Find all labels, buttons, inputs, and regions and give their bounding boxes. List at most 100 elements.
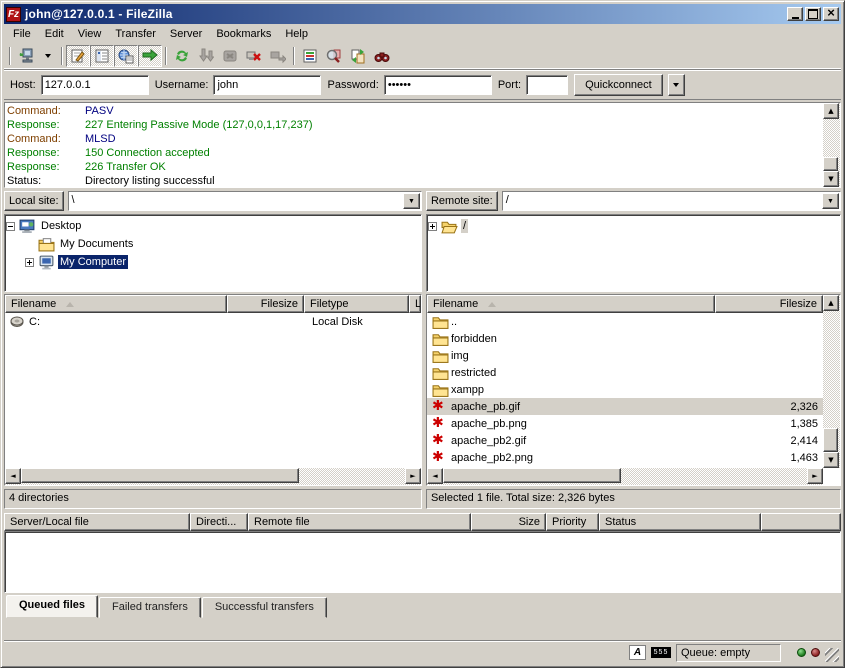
column-header-remote-file[interactable]: Remote file <box>248 513 471 531</box>
tree-item-label[interactable]: Desktop <box>39 219 83 233</box>
menu-file[interactable]: File <box>6 26 38 42</box>
file-row-c-drive[interactable]: C: Local Disk <box>5 313 421 330</box>
tree-item-desktop[interactable]: Desktop <box>6 217 420 235</box>
column-header-priority[interactable]: Priority <box>546 513 599 531</box>
collapse-icon[interactable] <box>6 222 15 231</box>
scroll-right-icon[interactable]: ► <box>405 468 421 484</box>
remote-horizontal-scrollbar[interactable]: ◄ ► <box>427 468 823 485</box>
column-header-size[interactable]: Size <box>471 513 546 531</box>
disconnect-button[interactable] <box>242 45 266 67</box>
local-site-value[interactable]: \ <box>69 192 402 210</box>
file-row[interactable]: xampp <box>427 381 823 398</box>
tab-successful-transfers[interactable]: Successful transfers <box>202 597 327 618</box>
minimize-button[interactable] <box>787 7 803 21</box>
local-site-combo[interactable]: \ ▼ <box>68 191 422 211</box>
scroll-right-icon[interactable]: ► <box>807 468 823 484</box>
scroll-up-icon[interactable]: ▲ <box>823 295 839 311</box>
quickconnect-dropdown[interactable] <box>668 74 685 96</box>
toggle-message-log-button[interactable] <box>66 45 90 67</box>
quickconnect-button[interactable]: Quickconnect <box>574 74 663 96</box>
maximize-button[interactable] <box>805 7 821 21</box>
column-header-status[interactable]: Status <box>599 513 761 531</box>
tree-item-my-computer[interactable]: My Computer <box>6 253 420 271</box>
tree-item-label[interactable]: My Documents <box>58 237 135 251</box>
resize-grip[interactable] <box>825 648 839 662</box>
column-header-filesize[interactable]: Filesize <box>227 295 304 313</box>
toolbar-separator <box>293 47 295 65</box>
username-input[interactable] <box>213 75 321 95</box>
tab-failed-transfers[interactable]: Failed transfers <box>99 597 201 618</box>
toggle-remote-tree-button[interactable] <box>114 45 138 67</box>
tab-queued-files[interactable]: Queued files <box>6 595 98 618</box>
menu-edit[interactable]: Edit <box>38 26 71 42</box>
host-input[interactable] <box>41 75 149 95</box>
file-row[interactable]: apache_pb2.png 1,463 <box>427 449 823 466</box>
column-header-filename[interactable]: Filename <box>427 295 715 313</box>
menu-server[interactable]: Server <box>163 26 209 42</box>
column-header-server-local-file[interactable]: Server/Local file <box>4 513 190 531</box>
cancel-button[interactable] <box>218 45 242 67</box>
scroll-down-icon[interactable]: ▼ <box>823 171 839 187</box>
reconnect-button[interactable] <box>266 45 290 67</box>
expand-icon[interactable] <box>428 222 437 231</box>
column-header-lastmodified[interactable]: L <box>409 295 421 313</box>
scroll-left-icon[interactable]: ◄ <box>427 468 443 484</box>
app-icon[interactable]: Fz <box>6 7 21 22</box>
tree-item-label[interactable]: / <box>461 219 468 233</box>
remote-vertical-scrollbar[interactable]: ▲ ▼ <box>823 295 840 468</box>
file-row[interactable]: img <box>427 347 823 364</box>
find-files-button[interactable] <box>370 45 394 67</box>
tree-item-my-documents[interactable]: My Documents <box>6 235 420 253</box>
scrollbar-thumb[interactable] <box>443 468 621 483</box>
tree-item-root[interactable]: / <box>428 217 839 235</box>
chevron-down-icon[interactable]: ▼ <box>403 193 420 209</box>
file-row-selected[interactable]: apache_pb.gif 2,326 <box>427 398 823 415</box>
refresh-button[interactable] <box>170 45 194 67</box>
menu-bookmarks[interactable]: Bookmarks <box>209 26 278 42</box>
scrollbar-thumb[interactable] <box>823 428 838 452</box>
toolbar-separator <box>165 47 167 65</box>
expand-icon[interactable] <box>25 258 34 267</box>
file-row[interactable]: apache_pb.png 1,385 <box>427 415 823 432</box>
file-row[interactable]: .. <box>427 313 823 330</box>
scroll-down-icon[interactable]: ▼ <box>823 452 839 468</box>
column-header-filetype[interactable]: Filetype <box>304 295 409 313</box>
log-vertical-scrollbar[interactable]: ▲ ▼ <box>823 103 840 187</box>
folder-icon <box>432 349 449 363</box>
toggle-local-tree-button[interactable] <box>90 45 114 67</box>
local-horizontal-scrollbar[interactable]: ◄ ► <box>5 468 421 485</box>
remote-site-value[interactable]: / <box>503 192 821 210</box>
remote-site-combo[interactable]: / ▼ <box>502 191 841 211</box>
scroll-left-icon[interactable]: ◄ <box>5 468 21 484</box>
site-manager-dropdown[interactable] <box>38 45 58 67</box>
filter-button[interactable] <box>298 45 322 67</box>
column-header-filesize[interactable]: Filesize <box>715 295 823 313</box>
port-input[interactable] <box>526 75 568 95</box>
close-button[interactable] <box>823 7 839 21</box>
remote-file-list: Filename Filesize .. <box>426 294 841 486</box>
menu-help[interactable]: Help <box>278 26 315 42</box>
chevron-down-icon[interactable]: ▼ <box>822 193 839 209</box>
tree-item-label[interactable]: My Computer <box>58 255 128 269</box>
menu-view[interactable]: View <box>71 26 109 42</box>
column-header-direction[interactable]: Directi... <box>190 513 248 531</box>
process-queue-button[interactable] <box>194 45 218 67</box>
scrollbar-thumb[interactable] <box>823 157 838 171</box>
file-row[interactable]: forbidden <box>427 330 823 347</box>
column-header-filename[interactable]: Filename <box>5 295 227 313</box>
quickconnect-bar: Host: Username: Password: Port: Quickcon… <box>4 69 841 100</box>
synchronized-browsing-button[interactable] <box>346 45 370 67</box>
toggle-transfer-queue-button[interactable] <box>138 45 162 67</box>
site-manager-button[interactable] <box>14 45 38 67</box>
file-row[interactable]: restricted <box>427 364 823 381</box>
queue-tabs: Queued files Failed transfers Successful… <box>4 593 841 618</box>
password-input[interactable] <box>384 75 492 95</box>
file-row[interactable]: apache_pb2.gif 2,414 <box>427 432 823 449</box>
speed-limit-icon[interactable]: 555 <box>651 647 671 658</box>
scrollbar-thumb[interactable] <box>21 468 299 483</box>
transfer-type-icon[interactable]: A <box>629 645 646 660</box>
scroll-up-icon[interactable]: ▲ <box>823 103 839 119</box>
menu-transfer[interactable]: Transfer <box>108 26 163 42</box>
column-header-empty[interactable] <box>761 513 841 531</box>
directory-comparison-button[interactable] <box>322 45 346 67</box>
